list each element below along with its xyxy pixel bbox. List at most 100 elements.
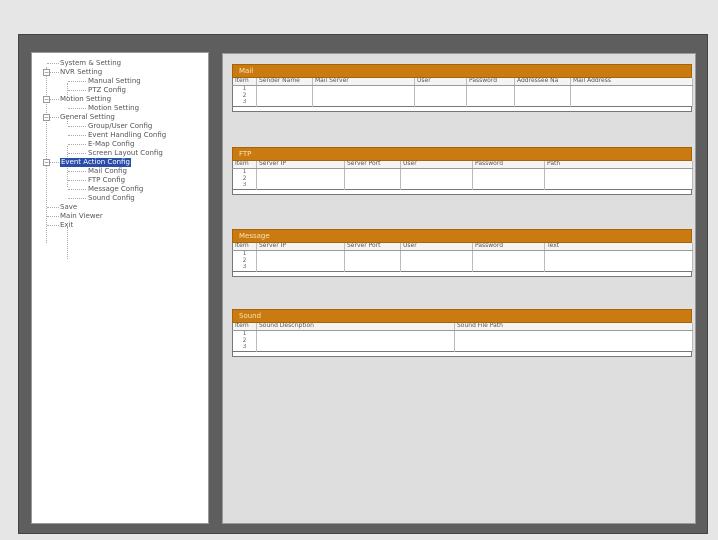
table-row[interactable]: 3 (232, 99, 693, 106)
table-row[interactable]: 2 (232, 257, 693, 264)
column-header[interactable]: Item (232, 323, 257, 331)
table-cell[interactable] (256, 85, 313, 92)
column-header[interactable]: Addressee Na (514, 78, 571, 86)
table-cell[interactable] (256, 175, 345, 182)
table-cell[interactable] (544, 250, 693, 257)
table-cell[interactable] (256, 330, 455, 337)
tree-item[interactable]: E-Map Config (32, 140, 208, 149)
table-cell[interactable] (454, 330, 693, 337)
table-cell[interactable] (400, 264, 473, 271)
table-cell[interactable]: 1 (232, 250, 257, 257)
table-cell[interactable] (454, 344, 693, 351)
table-cell[interactable] (544, 257, 693, 264)
table-row[interactable]: 1 (232, 85, 693, 92)
column-header[interactable]: Password (472, 243, 545, 251)
column-header[interactable]: Server IP (256, 243, 345, 251)
table-cell[interactable]: 3 (232, 182, 257, 189)
table-cell[interactable] (544, 264, 693, 271)
table-cell[interactable] (256, 168, 345, 175)
tree-item[interactable]: Event Action Config − (32, 158, 208, 167)
tree-item[interactable]: Main Viewer (32, 212, 208, 221)
column-header[interactable]: Password (472, 161, 545, 169)
table-cell[interactable] (472, 257, 545, 264)
table-cell[interactable] (256, 344, 455, 351)
table-cell[interactable] (514, 85, 571, 92)
table-cell[interactable] (414, 85, 467, 92)
column-header[interactable]: Server Port (344, 161, 401, 169)
table-cell[interactable] (544, 175, 693, 182)
table-cell[interactable]: 2 (232, 92, 257, 99)
table-cell[interactable]: 2 (232, 257, 257, 264)
table-cell[interactable] (256, 99, 313, 106)
tree-item[interactable]: Motion Setting (32, 104, 208, 113)
table-cell[interactable] (466, 99, 515, 106)
table-cell[interactable] (256, 337, 455, 344)
table-cell[interactable] (344, 168, 401, 175)
table-cell[interactable] (514, 99, 571, 106)
table-cell[interactable] (414, 92, 467, 99)
column-header[interactable]: User (414, 78, 467, 86)
table-cell[interactable]: 2 (232, 337, 257, 344)
tree-item[interactable]: FTP Config (32, 176, 208, 185)
table-row[interactable]: 1 (232, 250, 693, 257)
table-row[interactable]: 1 (232, 330, 693, 337)
table-cell[interactable] (256, 92, 313, 99)
table-cell[interactable]: 3 (232, 264, 257, 271)
table-cell[interactable] (344, 175, 401, 182)
table-cell[interactable] (544, 168, 693, 175)
table-cell[interactable]: 3 (232, 99, 257, 106)
tree-item[interactable]: Screen Layout Config (32, 149, 208, 158)
table-cell[interactable] (400, 257, 473, 264)
column-header[interactable]: Item (232, 78, 257, 86)
table-cell[interactable] (472, 175, 545, 182)
table-cell[interactable] (344, 250, 401, 257)
collapse-icon[interactable]: − (43, 159, 50, 166)
tree-item[interactable]: PTZ Config (32, 86, 208, 95)
column-header[interactable]: Mail Server (312, 78, 415, 86)
table-cell[interactable] (400, 175, 473, 182)
table-cell[interactable] (414, 99, 467, 106)
table-cell[interactable] (400, 250, 473, 257)
table-cell[interactable]: 1 (232, 85, 257, 92)
column-header[interactable]: Password (466, 78, 515, 86)
column-header[interactable]: Text (544, 243, 693, 251)
table-cell[interactable] (472, 250, 545, 257)
table-cell[interactable] (256, 257, 345, 264)
table-cell[interactable] (570, 92, 693, 99)
tree-item[interactable]: Motion Setting − (32, 95, 208, 104)
table-cell[interactable]: 1 (232, 330, 257, 337)
table-cell[interactable] (344, 257, 401, 264)
column-header[interactable]: Sound Description (256, 323, 455, 331)
table-cell[interactable] (514, 92, 571, 99)
tree-item[interactable]: Event Handling Config (32, 131, 208, 140)
tree-item[interactable]: Exit (32, 221, 208, 230)
column-header[interactable]: Sender Name (256, 78, 313, 86)
column-header[interactable]: User (400, 161, 473, 169)
tree-item[interactable]: Manual Setting (32, 77, 208, 86)
table-cell[interactable] (544, 182, 693, 189)
table-cell[interactable] (312, 85, 415, 92)
column-header[interactable]: Item (232, 243, 257, 251)
table-cell[interactable]: 2 (232, 175, 257, 182)
table-cell[interactable] (466, 92, 515, 99)
table-cell[interactable] (454, 337, 693, 344)
column-header[interactable]: Item (232, 161, 257, 169)
column-header[interactable]: Mail Address (570, 78, 693, 86)
table-cell[interactable] (256, 264, 345, 271)
table-cell[interactable] (312, 99, 415, 106)
tree-item[interactable]: Group/User Config (32, 122, 208, 131)
tree-item[interactable]: Message Config (32, 185, 208, 194)
column-header[interactable]: Sound File Path (454, 323, 693, 331)
column-header[interactable]: Server Port (344, 243, 401, 251)
table-row[interactable]: 2 (232, 175, 693, 182)
collapse-icon[interactable]: − (43, 96, 50, 103)
collapse-icon[interactable]: − (43, 69, 50, 76)
table-cell[interactable]: 3 (232, 344, 257, 351)
table-row[interactable]: 2 (232, 92, 693, 99)
table-cell[interactable] (570, 99, 693, 106)
table-cell[interactable] (400, 182, 473, 189)
table-cell[interactable] (472, 168, 545, 175)
table-cell[interactable] (570, 85, 693, 92)
table-cell[interactable] (344, 182, 401, 189)
table-cell[interactable] (472, 264, 545, 271)
